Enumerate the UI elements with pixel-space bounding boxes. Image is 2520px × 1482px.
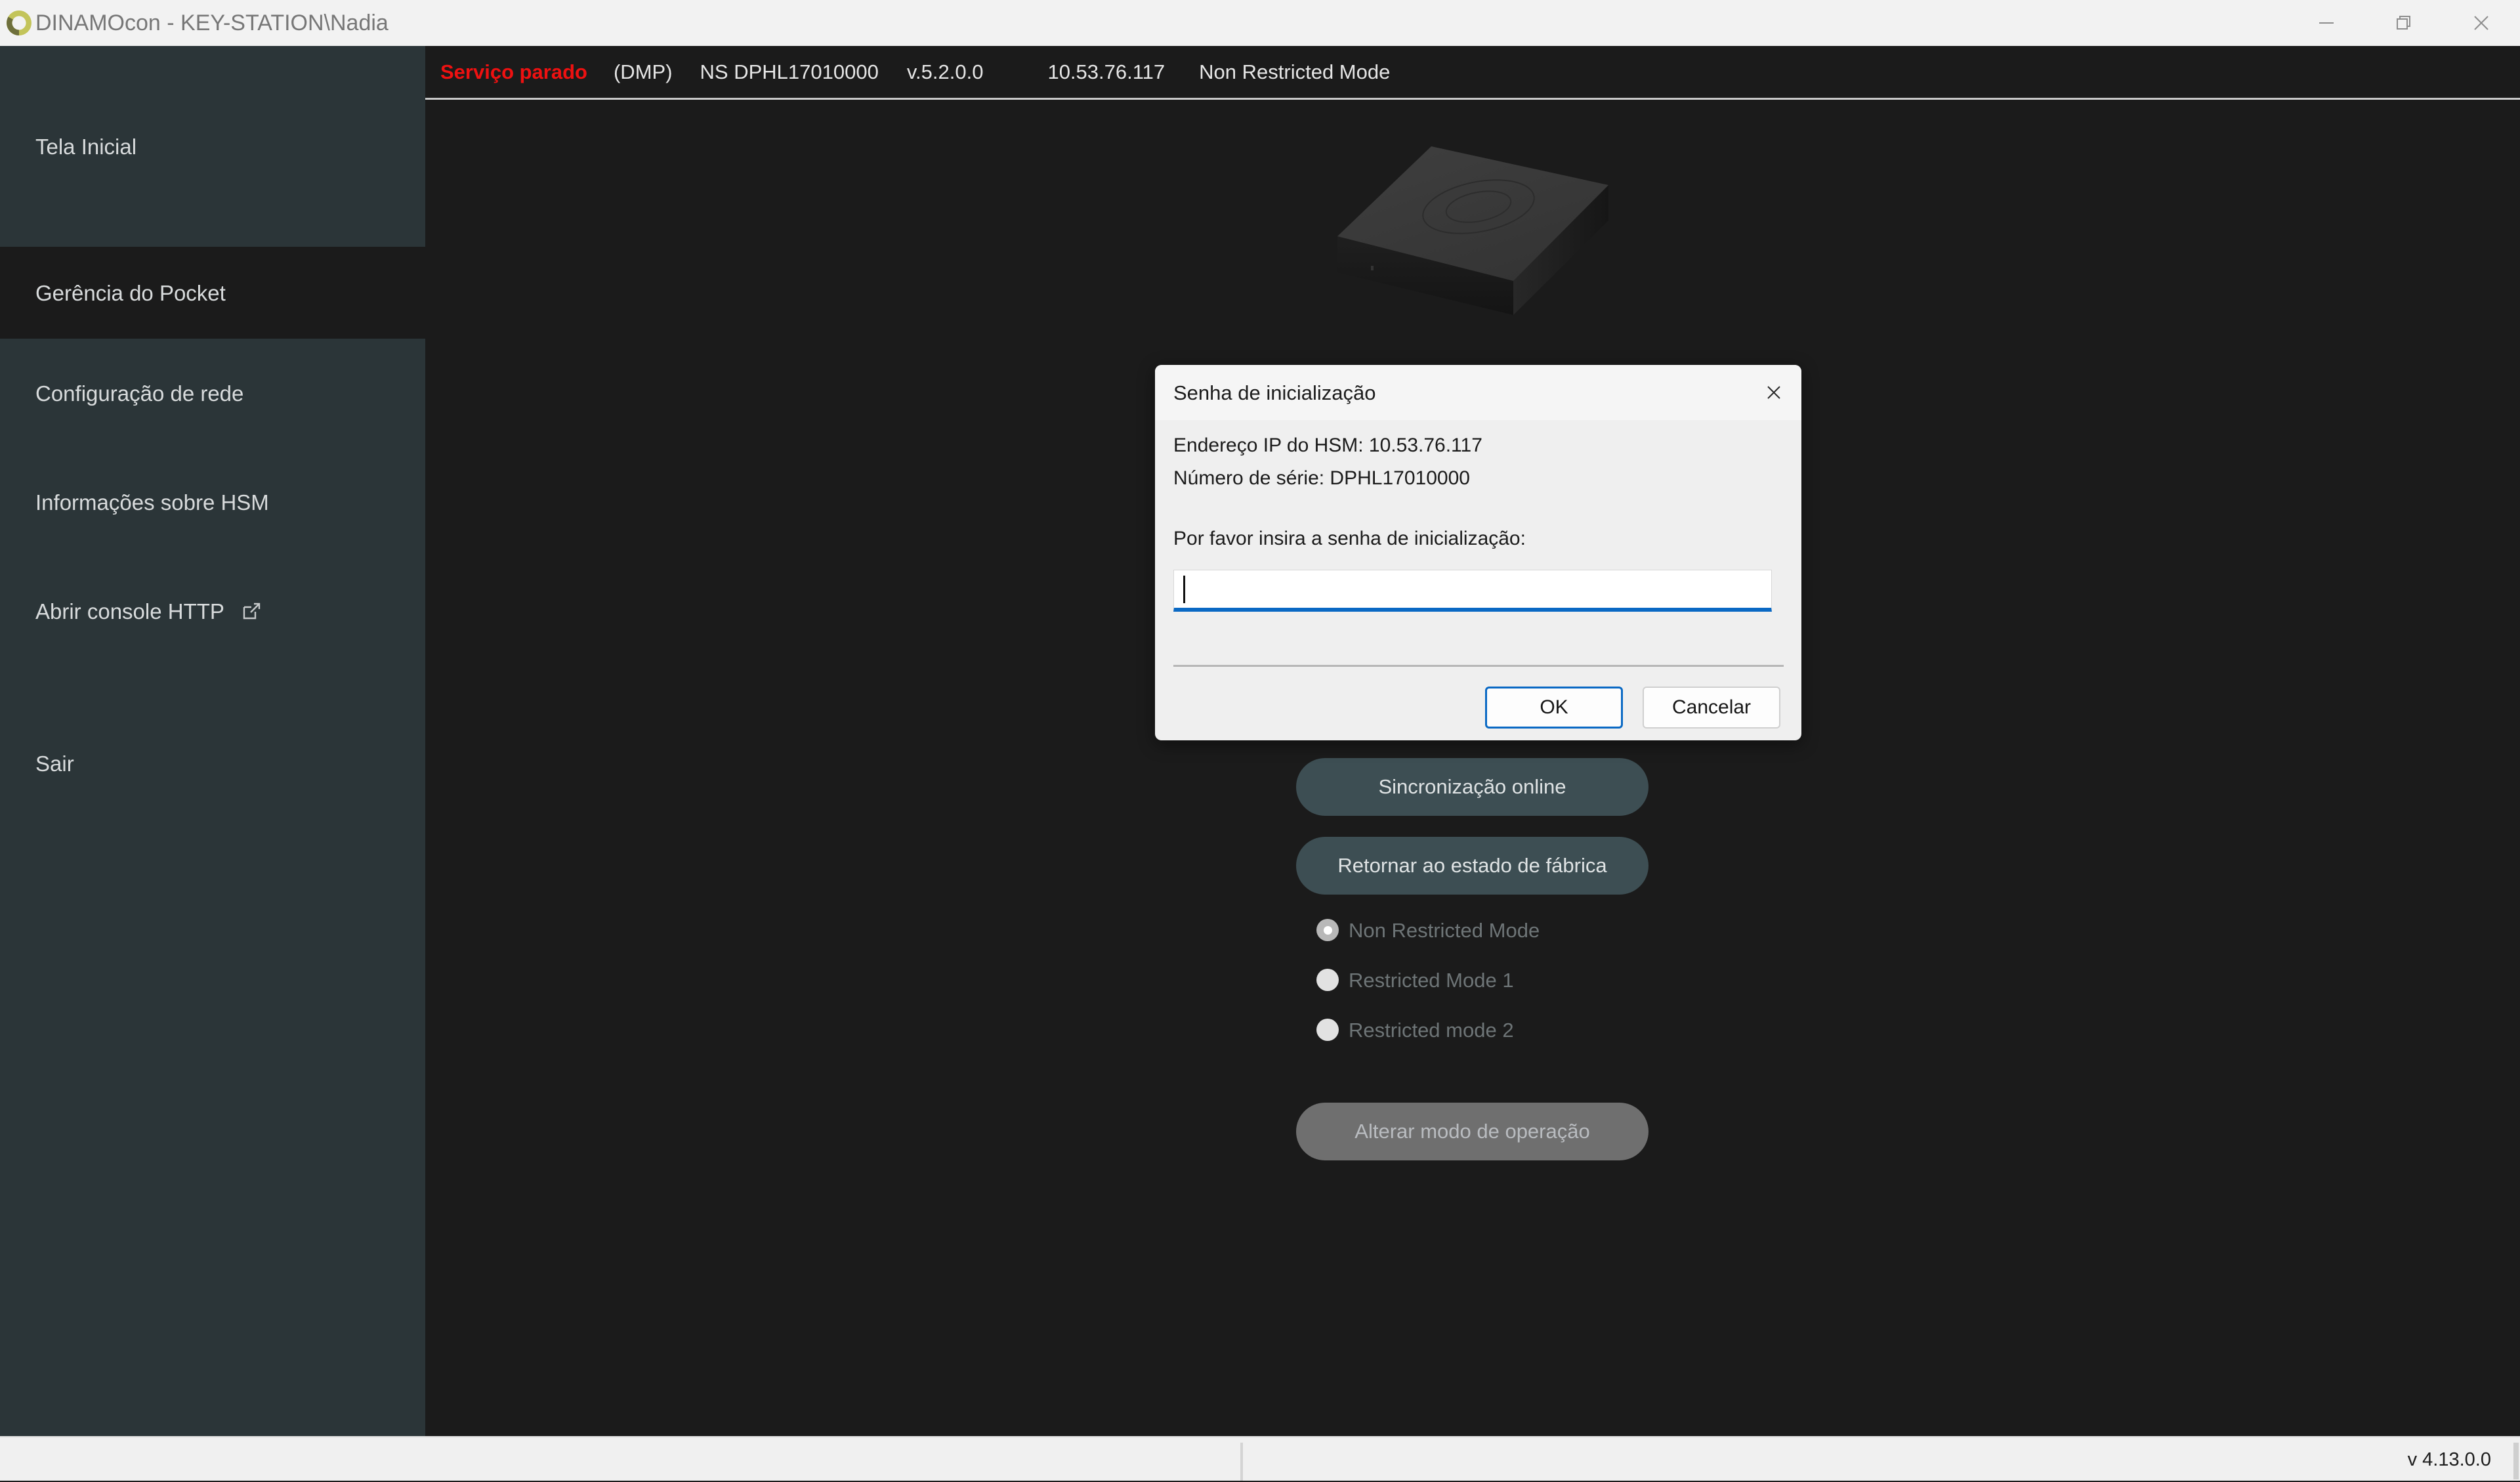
status-protocol: (DMP) xyxy=(613,60,673,83)
radio-dot-icon xyxy=(1316,919,1339,941)
status-serial-number: NS DPHL17010000 xyxy=(700,60,879,83)
status-ip-address: 10.53.76.117 xyxy=(1047,60,1166,83)
sidebar-item-label: Abrir console HTTP xyxy=(35,599,224,624)
title-bar: DINAMOcon - KEY-STATION\Nadia xyxy=(0,0,2520,46)
sidebar-item-label: Sair xyxy=(35,751,74,776)
sidebar: Tela Inicial Gerência do Pocket Configur… xyxy=(0,46,425,1436)
sidebar-item-label: Gerência do Pocket xyxy=(35,280,226,305)
main-content: Sincronização online Retornar ao estado … xyxy=(425,100,2520,1436)
text-caret xyxy=(1183,575,1185,603)
ok-button[interactable]: OK xyxy=(1485,687,1623,729)
restore-icon[interactable] xyxy=(2365,0,2443,46)
dialog-title: Senha de inicialização xyxy=(1173,381,1376,404)
window-title: DINAMOcon - KEY-STATION\Nadia xyxy=(35,11,388,35)
external-link-icon xyxy=(240,600,262,622)
status-operation-mode: Non Restricted Mode xyxy=(1199,60,1391,83)
sidebar-item-abrir-console-http[interactable]: Abrir console HTTP xyxy=(0,557,425,666)
dialog-hsm-ip-line: Endereço IP do HSM: 10.53.76.117 xyxy=(1173,434,1482,456)
sidebar-item-gerencia-do-pocket[interactable]: Gerência do Pocket xyxy=(0,247,425,339)
radio-dot-icon xyxy=(1316,1019,1339,1041)
close-icon[interactable] xyxy=(2443,0,2520,46)
sidebar-item-label: Tela Inicial xyxy=(35,134,137,159)
sidebar-item-sair[interactable]: Sair xyxy=(0,709,425,818)
password-input[interactable] xyxy=(1173,570,1772,612)
bottom-status-bar: v 4.13.0.0 xyxy=(0,1436,2520,1481)
status-service-state: Serviço parado xyxy=(440,60,587,83)
sidebar-item-configuracao-de-rede[interactable]: Configuração de rede xyxy=(0,339,425,448)
dialog-serial-line: Número de série: DPHL17010000 xyxy=(1173,467,1470,489)
radio-non-restricted-mode[interactable]: Non Restricted Mode xyxy=(1316,919,1540,941)
dialog-button-row: OK Cancelar xyxy=(1155,687,1801,729)
radio-restricted-mode-1[interactable]: Restricted Mode 1 xyxy=(1316,969,1514,991)
dialog-body: Endereço IP do HSM: 10.53.76.117 Número … xyxy=(1155,420,1801,740)
status-firmware-version: v.5.2.0.0 xyxy=(906,60,984,83)
radio-restricted-mode-2[interactable]: Restricted mode 2 xyxy=(1316,1019,1514,1041)
sidebar-item-label: Informações sobre HSM xyxy=(35,490,269,515)
dialog-header: Senha de inicialização xyxy=(1155,365,1801,420)
dialog-divider xyxy=(1173,665,1784,667)
radio-label: Restricted Mode 1 xyxy=(1349,968,1514,992)
factory-reset-button[interactable]: Retornar ao estado de fábrica xyxy=(1296,837,1648,895)
sidebar-item-tela-inicial[interactable]: Tela Inicial xyxy=(0,46,425,247)
hsm-pocket-device-image xyxy=(1300,125,1641,368)
cancel-button[interactable]: Cancelar xyxy=(1643,687,1780,729)
radio-label: Non Restricted Mode xyxy=(1349,918,1540,942)
app-logo-icon xyxy=(4,8,34,38)
status-bar: Serviço parado (DMP) NS DPHL17010000 v.5… xyxy=(425,46,2520,98)
scrollbar-thumb[interactable] xyxy=(2513,1443,2519,1479)
minimize-icon[interactable] xyxy=(2288,0,2365,46)
dialog-prompt-label: Por favor insira a senha de inicializaçã… xyxy=(1173,528,1526,549)
bottom-separator xyxy=(1240,1443,1243,1481)
change-operation-mode-button[interactable]: Alterar modo de operação xyxy=(1296,1103,1648,1160)
sync-online-button[interactable]: Sincronização online xyxy=(1296,758,1648,816)
radio-dot-icon xyxy=(1316,969,1339,991)
app-version-label: v 4.13.0.0 xyxy=(2407,1449,2491,1470)
radio-label: Restricted mode 2 xyxy=(1349,1018,1514,1042)
close-icon[interactable] xyxy=(1746,365,1801,420)
sidebar-item-label: Configuração de rede xyxy=(35,381,244,406)
sidebar-item-informacoes-sobre-hsm[interactable]: Informações sobre HSM xyxy=(0,448,425,557)
initialization-password-dialog: Senha de inicialização Endereço IP do HS… xyxy=(1155,365,1801,740)
window-controls xyxy=(2288,0,2520,46)
